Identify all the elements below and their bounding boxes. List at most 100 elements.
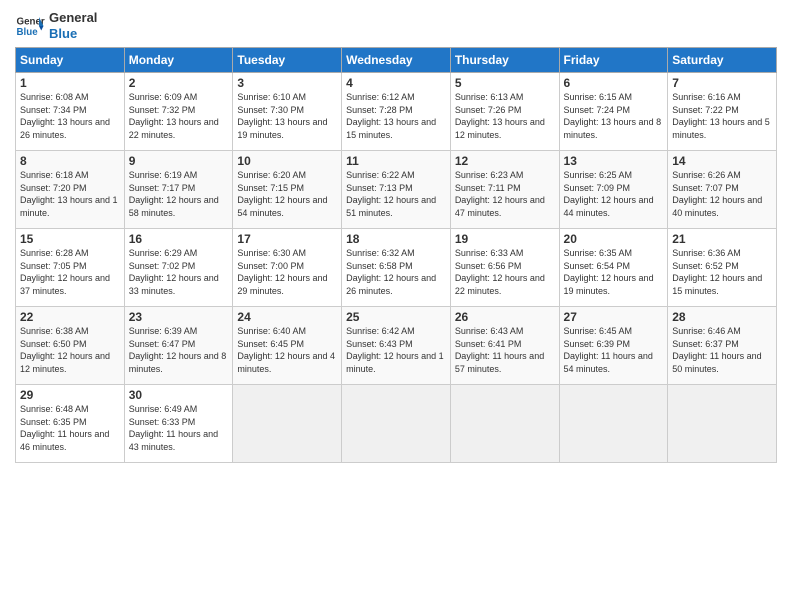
day-number: 14 (672, 154, 772, 168)
col-monday: Monday (124, 48, 233, 73)
day-info: Sunrise: 6:33 AM Sunset: 6:56 PM Dayligh… (455, 247, 555, 297)
col-sunday: Sunday (16, 48, 125, 73)
day-info: Sunrise: 6:09 AM Sunset: 7:32 PM Dayligh… (129, 91, 229, 141)
day-number: 6 (564, 76, 664, 90)
col-saturday: Saturday (668, 48, 777, 73)
day-info: Sunrise: 6:18 AM Sunset: 7:20 PM Dayligh… (20, 169, 120, 219)
day-info: Sunrise: 6:42 AM Sunset: 6:43 PM Dayligh… (346, 325, 446, 375)
table-row: 14 Sunrise: 6:26 AM Sunset: 7:07 PM Dayl… (668, 151, 777, 229)
day-number: 20 (564, 232, 664, 246)
svg-text:Blue: Blue (17, 27, 39, 38)
day-info: Sunrise: 6:30 AM Sunset: 7:00 PM Dayligh… (237, 247, 337, 297)
logo-text: General Blue (49, 10, 97, 41)
day-info: Sunrise: 6:36 AM Sunset: 6:52 PM Dayligh… (672, 247, 772, 297)
day-info: Sunrise: 6:16 AM Sunset: 7:22 PM Dayligh… (672, 91, 772, 141)
day-number: 1 (20, 76, 120, 90)
day-info: Sunrise: 6:43 AM Sunset: 6:41 PM Dayligh… (455, 325, 555, 375)
day-info: Sunrise: 6:38 AM Sunset: 6:50 PM Dayligh… (20, 325, 120, 375)
day-number: 5 (455, 76, 555, 90)
table-row: 16 Sunrise: 6:29 AM Sunset: 7:02 PM Dayl… (124, 229, 233, 307)
day-number: 27 (564, 310, 664, 324)
day-info: Sunrise: 6:46 AM Sunset: 6:37 PM Dayligh… (672, 325, 772, 375)
table-row: 20 Sunrise: 6:35 AM Sunset: 6:54 PM Dayl… (559, 229, 668, 307)
table-row: 4 Sunrise: 6:12 AM Sunset: 7:28 PM Dayli… (342, 73, 451, 151)
table-row: 30 Sunrise: 6:49 AM Sunset: 6:33 PM Dayl… (124, 385, 233, 463)
day-number: 26 (455, 310, 555, 324)
table-row: 10 Sunrise: 6:20 AM Sunset: 7:15 PM Dayl… (233, 151, 342, 229)
table-row: 9 Sunrise: 6:19 AM Sunset: 7:17 PM Dayli… (124, 151, 233, 229)
day-info: Sunrise: 6:40 AM Sunset: 6:45 PM Dayligh… (237, 325, 337, 375)
col-wednesday: Wednesday (342, 48, 451, 73)
table-row: 23 Sunrise: 6:39 AM Sunset: 6:47 PM Dayl… (124, 307, 233, 385)
day-info: Sunrise: 6:48 AM Sunset: 6:35 PM Dayligh… (20, 403, 120, 453)
day-number: 2 (129, 76, 229, 90)
day-info: Sunrise: 6:29 AM Sunset: 7:02 PM Dayligh… (129, 247, 229, 297)
day-info: Sunrise: 6:26 AM Sunset: 7:07 PM Dayligh… (672, 169, 772, 219)
day-number: 23 (129, 310, 229, 324)
table-row: 13 Sunrise: 6:25 AM Sunset: 7:09 PM Dayl… (559, 151, 668, 229)
col-tuesday: Tuesday (233, 48, 342, 73)
day-number: 17 (237, 232, 337, 246)
table-row: 5 Sunrise: 6:13 AM Sunset: 7:26 PM Dayli… (450, 73, 559, 151)
day-info: Sunrise: 6:10 AM Sunset: 7:30 PM Dayligh… (237, 91, 337, 141)
table-row: 29 Sunrise: 6:48 AM Sunset: 6:35 PM Dayl… (16, 385, 125, 463)
empty-cell (559, 385, 668, 463)
day-info: Sunrise: 6:39 AM Sunset: 6:47 PM Dayligh… (129, 325, 229, 375)
day-number: 24 (237, 310, 337, 324)
table-row: 26 Sunrise: 6:43 AM Sunset: 6:41 PM Dayl… (450, 307, 559, 385)
day-number: 4 (346, 76, 446, 90)
day-number: 3 (237, 76, 337, 90)
header: General Blue General Blue (15, 10, 777, 41)
day-info: Sunrise: 6:22 AM Sunset: 7:13 PM Dayligh… (346, 169, 446, 219)
day-number: 10 (237, 154, 337, 168)
logo: General Blue General Blue (15, 10, 97, 41)
day-number: 15 (20, 232, 120, 246)
day-info: Sunrise: 6:12 AM Sunset: 7:28 PM Dayligh… (346, 91, 446, 141)
table-row: 1 Sunrise: 6:08 AMSunset: 7:34 PMDayligh… (16, 73, 125, 151)
day-info: Sunrise: 6:23 AM Sunset: 7:11 PM Dayligh… (455, 169, 555, 219)
empty-cell (233, 385, 342, 463)
day-info: Sunrise: 6:19 AM Sunset: 7:17 PM Dayligh… (129, 169, 229, 219)
table-row: 8 Sunrise: 6:18 AM Sunset: 7:20 PM Dayli… (16, 151, 125, 229)
day-info: Sunrise: 6:32 AM Sunset: 6:58 PM Dayligh… (346, 247, 446, 297)
day-number: 19 (455, 232, 555, 246)
table-row: 2 Sunrise: 6:09 AM Sunset: 7:32 PM Dayli… (124, 73, 233, 151)
day-number: 7 (672, 76, 772, 90)
col-friday: Friday (559, 48, 668, 73)
table-row: 7 Sunrise: 6:16 AM Sunset: 7:22 PM Dayli… (668, 73, 777, 151)
day-info: Sunrise: 6:45 AM Sunset: 6:39 PM Dayligh… (564, 325, 664, 375)
day-number: 12 (455, 154, 555, 168)
calendar-week-3: 15 Sunrise: 6:28 AM Sunset: 7:05 PM Dayl… (16, 229, 777, 307)
day-info: Sunrise: 6:25 AM Sunset: 7:09 PM Dayligh… (564, 169, 664, 219)
day-number: 11 (346, 154, 446, 168)
table-row: 28 Sunrise: 6:46 AM Sunset: 6:37 PM Dayl… (668, 307, 777, 385)
calendar-week-1: 1 Sunrise: 6:08 AMSunset: 7:34 PMDayligh… (16, 73, 777, 151)
day-number: 25 (346, 310, 446, 324)
day-number: 29 (20, 388, 120, 402)
calendar-header-row: Sunday Monday Tuesday Wednesday Thursday… (16, 48, 777, 73)
day-info: Sunrise: 6:28 AM Sunset: 7:05 PM Dayligh… (20, 247, 120, 297)
table-row: 12 Sunrise: 6:23 AM Sunset: 7:11 PM Dayl… (450, 151, 559, 229)
day-info: Sunrise: 6:08 AMSunset: 7:34 PMDaylight:… (20, 91, 120, 141)
page-container: General Blue General Blue Sunday Monday … (0, 0, 792, 471)
table-row: 15 Sunrise: 6:28 AM Sunset: 7:05 PM Dayl… (16, 229, 125, 307)
day-number: 30 (129, 388, 229, 402)
table-row: 18 Sunrise: 6:32 AM Sunset: 6:58 PM Dayl… (342, 229, 451, 307)
table-row: 3 Sunrise: 6:10 AM Sunset: 7:30 PM Dayli… (233, 73, 342, 151)
logo-icon: General Blue (15, 11, 45, 41)
day-number: 8 (20, 154, 120, 168)
empty-cell (668, 385, 777, 463)
table-row: 6 Sunrise: 6:15 AM Sunset: 7:24 PM Dayli… (559, 73, 668, 151)
day-number: 16 (129, 232, 229, 246)
day-number: 28 (672, 310, 772, 324)
day-number: 9 (129, 154, 229, 168)
empty-cell (450, 385, 559, 463)
day-info: Sunrise: 6:13 AM Sunset: 7:26 PM Dayligh… (455, 91, 555, 141)
calendar-week-4: 22 Sunrise: 6:38 AM Sunset: 6:50 PM Dayl… (16, 307, 777, 385)
day-info: Sunrise: 6:20 AM Sunset: 7:15 PM Dayligh… (237, 169, 337, 219)
table-row: 25 Sunrise: 6:42 AM Sunset: 6:43 PM Dayl… (342, 307, 451, 385)
calendar: Sunday Monday Tuesday Wednesday Thursday… (15, 47, 777, 463)
day-number: 13 (564, 154, 664, 168)
day-number: 21 (672, 232, 772, 246)
empty-cell (342, 385, 451, 463)
